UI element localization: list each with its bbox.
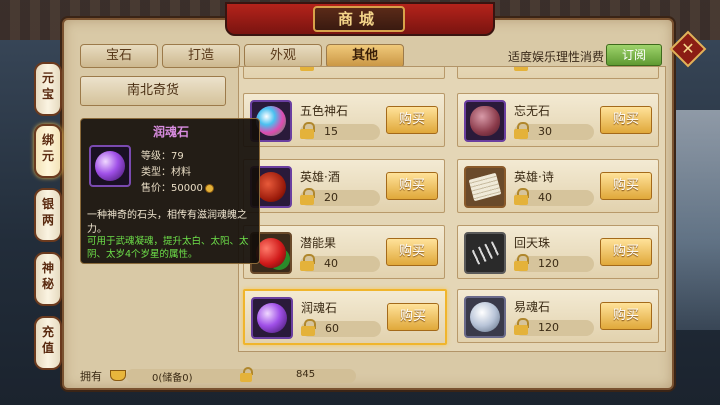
window-title: 商城 (313, 6, 405, 32)
tab-forge[interactable]: 打造 (162, 44, 240, 68)
tooltip-title: 润魂石 (152, 125, 189, 139)
item-card[interactable]: 忘无石 30 购买 (457, 93, 659, 147)
item-name: 回天珠 (514, 236, 551, 250)
buy-button[interactable]: 购买 (386, 238, 438, 266)
coin-icon (204, 183, 214, 193)
lock-icon (300, 67, 316, 72)
lock-icon (514, 188, 530, 206)
lock-icon (300, 122, 316, 140)
lock-icon (514, 318, 530, 336)
side-nav-yuanbao[interactable]: 元宝 (34, 62, 62, 116)
subscribe-button[interactable]: 订阅 (606, 44, 662, 66)
side-nav-bound-yuanbao[interactable]: 绑元 (34, 124, 62, 178)
lock-icon (300, 188, 316, 206)
tooltip-level: 等级：79 (141, 151, 184, 162)
item-price: 20 (538, 67, 552, 70)
buy-button[interactable]: 购买 (600, 238, 652, 266)
buy-button[interactable]: 购买 (600, 106, 652, 134)
item-price: 15 (324, 125, 338, 138)
tooltip-type: 类型：材料 (141, 167, 191, 178)
bound-balance: 845 (296, 369, 316, 380)
item-name: 忘无石 (514, 104, 551, 118)
side-nav-label: 银两 (41, 197, 54, 227)
soul-stone-icon (251, 297, 293, 339)
item-card[interactable]: 回天珠 120 购买 (457, 225, 659, 279)
item-card[interactable]: 潜能果 40 购买 (243, 225, 445, 279)
item-card[interactable]: 英雄·诗 40 购买 (457, 159, 659, 213)
currency-bar: 拥有 0(储备0) 845 (74, 366, 664, 386)
item-price: 100 (324, 67, 345, 70)
forget-stone-icon (464, 100, 506, 142)
tab-bar: 宝石 打造 外观 其他 (80, 44, 404, 68)
item-price: 120 (538, 321, 559, 334)
change-soul-stone-icon (464, 296, 506, 338)
tooltip-effect: 可用于武魂凝魂，提升太白、太阳、太阴、太岁4个岁星的属性。 (87, 236, 249, 260)
category-button[interactable]: 南北奇货 (80, 76, 226, 106)
soul-stone-icon (89, 145, 131, 187)
side-nav-recharge[interactable]: 充值 (34, 316, 62, 370)
close-icon: ✕ (681, 39, 695, 58)
buy-button[interactable]: 购买 (386, 106, 438, 134)
side-nav-label: 神秘 (41, 261, 54, 291)
tooltip-description: 一种神奇的石头，相传有滋润魂魄之力。 (87, 210, 247, 235)
item-name: 易魂石 (514, 300, 551, 314)
buy-button[interactable]: 购买 (600, 172, 652, 200)
item-name: 英雄·诗 (514, 170, 554, 184)
buy-button[interactable]: 购买 (387, 303, 439, 331)
item-card[interactable]: 英雄·酒 20 购买 (243, 159, 445, 213)
tooltip-price-row: 售价：50000 (141, 179, 214, 194)
item-name: 五色神石 (300, 104, 349, 118)
buy-button[interactable]: 购买 (600, 302, 652, 330)
lock-icon (300, 254, 316, 272)
tooltip-price: 售价：50000 (141, 183, 203, 194)
item-price: 60 (325, 322, 339, 335)
item-card-partial[interactable]: 100 (243, 67, 445, 79)
buy-button[interactable]: 购买 (386, 172, 438, 200)
side-nav-label: 绑元 (41, 133, 54, 163)
item-card[interactable]: 五色神石 15 购买 (243, 93, 445, 147)
item-price: 20 (324, 191, 338, 204)
tab-gems[interactable]: 宝石 (80, 44, 158, 68)
heaven-bead-icon (464, 232, 506, 274)
item-price: 120 (538, 257, 559, 270)
lock-icon (514, 67, 530, 72)
side-nav-mystery[interactable]: 神秘 (34, 252, 62, 306)
lock-icon (301, 319, 317, 337)
bound-ingot-icon (240, 367, 254, 383)
ingot-balance: 0(储备0) (152, 373, 193, 384)
gold-ingot-icon (110, 370, 126, 381)
poem-scroll-icon (464, 166, 506, 208)
item-name: 英雄·酒 (300, 170, 340, 184)
item-price: 40 (324, 257, 338, 270)
lock-icon (514, 254, 530, 272)
own-label: 拥有 (80, 370, 102, 383)
item-name: 润魂石 (301, 301, 338, 315)
item-price: 30 (538, 125, 552, 138)
side-nav-label: 充值 (41, 325, 54, 355)
item-name: 潜能果 (300, 236, 337, 250)
item-price: 40 (538, 191, 552, 204)
tab-appearance[interactable]: 外观 (244, 44, 322, 68)
item-card-partial[interactable]: 20 (457, 67, 659, 79)
lock-icon (514, 122, 530, 140)
tab-other[interactable]: 其他 (326, 44, 404, 68)
item-card[interactable]: 易魂石 120 购买 (457, 289, 659, 343)
item-card-selected[interactable]: 润魂石 60 购买 (243, 289, 447, 345)
side-nav-silver[interactable]: 银两 (34, 188, 62, 242)
side-nav-label: 元宝 (41, 71, 54, 101)
item-grid[interactable]: 100 20 五色神石 15 购买 忘无石 30 购买 英雄·酒 20 购买 英… (238, 66, 666, 352)
item-tooltip: 润魂石 等级：79 类型：材料 售价：50000 一种神奇的石头，相传有滋润魂魄… (80, 118, 260, 264)
healthy-gaming-notice: 适度娱乐理性消费 (508, 50, 605, 64)
